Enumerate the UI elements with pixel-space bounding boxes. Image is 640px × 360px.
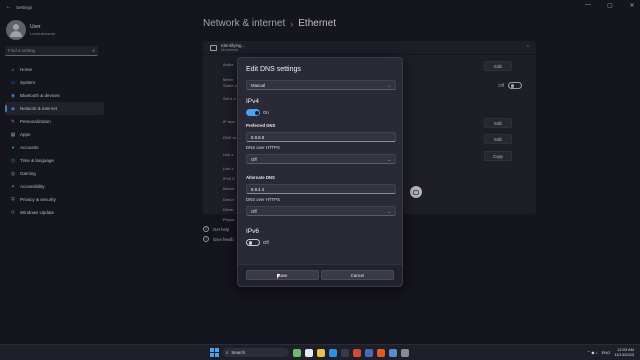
chrome-icon[interactable]	[353, 348, 361, 357]
preferred-dns-input[interactable]	[251, 133, 391, 141]
alternate-dns-input[interactable]	[251, 185, 391, 193]
start-button[interactable]	[210, 348, 219, 357]
alternate-dns-label: Alternate DNS	[246, 175, 275, 180]
cancel-button[interactable]: Cancel	[321, 270, 394, 280]
dialog-footer: Save Cancel	[238, 264, 402, 286]
alternate-doh-label: DNS over HTTPS	[246, 197, 280, 202]
dns-mode-select[interactable]: Manual ⌄	[246, 80, 396, 90]
firefox-icon[interactable]	[377, 348, 385, 357]
ipv6-title: IPv6	[246, 228, 260, 235]
edge-icon[interactable]	[329, 348, 337, 357]
clock[interactable]: 12:03 AM 11/13/2023	[614, 347, 634, 357]
app-icon[interactable]	[365, 348, 373, 357]
mouse-cursor	[277, 274, 280, 279]
settings-gear-icon[interactable]	[401, 348, 409, 357]
dns-mode-value: Manual	[251, 82, 266, 88]
alternate-doh-select[interactable]: Off ⌄	[246, 206, 396, 216]
ipv6-switch[interactable]	[246, 239, 260, 246]
chevron-down-icon: ⌄	[387, 82, 391, 88]
ipv4-toggle[interactable]: On	[246, 109, 269, 116]
taskbar-search[interactable]: ⌕ Search	[223, 348, 289, 357]
clock-date: 11/13/2023	[614, 352, 634, 357]
preferred-doh-select[interactable]: Off ⌄	[246, 154, 396, 164]
tray-icons[interactable]: ⌃ ◆ ♪	[587, 350, 598, 355]
preferred-doh-label: DNS over HTTPS	[246, 145, 280, 150]
system-tray: ⌃ ◆ ♪ ENG 12:03 AM 11/13/2023	[587, 347, 634, 357]
preferred-dns-field[interactable]	[246, 132, 396, 142]
file-explorer-icon[interactable]	[317, 348, 325, 357]
ipv4-title: IPv4	[246, 98, 260, 105]
language-indicator[interactable]: ENG	[602, 350, 611, 355]
alternate-dns-field[interactable]	[246, 184, 396, 194]
terminal-icon[interactable]	[389, 348, 397, 357]
ipv4-switch[interactable]	[246, 109, 260, 116]
chevron-down-icon: ⌄	[387, 208, 391, 214]
taskbar-center: ⌕ Search	[210, 348, 409, 357]
taskbar-search-label: Search	[231, 350, 246, 355]
taskbar: ⌕ Search ⌃ ◆ ♪ ENG 12:03 AM 11/13/2023	[0, 344, 640, 360]
landscape-icon[interactable]	[293, 348, 301, 357]
preferred-dns-label: Preferred DNS	[246, 123, 276, 128]
chevron-down-icon: ⌄	[387, 156, 391, 162]
store-icon[interactable]	[341, 348, 349, 357]
edit-dns-dialog: Edit DNS settings Manual ⌄ IPv4 On Prefe…	[237, 57, 403, 287]
save-button[interactable]: Save	[246, 270, 319, 280]
ipv6-toggle[interactable]: Off	[246, 239, 269, 246]
ipv6-toggle-label: Off	[263, 240, 269, 245]
search-icon: ⌕	[226, 350, 229, 355]
preferred-doh-value: Off	[251, 156, 257, 162]
ipv4-toggle-label: On	[263, 110, 269, 115]
alternate-doh-value: Off	[251, 208, 257, 214]
dialog-title: Edit DNS settings	[246, 66, 301, 73]
widgets-icon[interactable]	[305, 348, 313, 357]
